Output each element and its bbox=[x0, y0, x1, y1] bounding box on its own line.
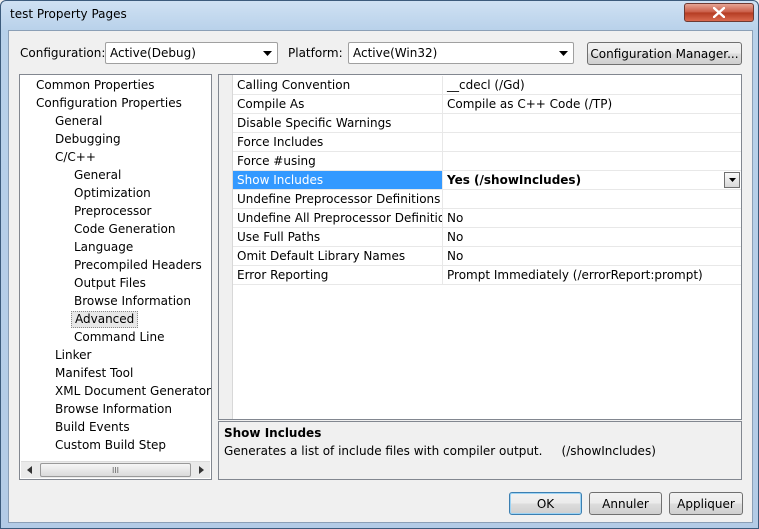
tree-item[interactable]: Optimization bbox=[71, 185, 154, 202]
tree-item[interactable]: Precompiled Headers bbox=[71, 257, 205, 274]
configuration-manager-button[interactable]: Configuration Manager... bbox=[587, 42, 742, 65]
property-row[interactable]: Force #using bbox=[233, 152, 741, 171]
property-value[interactable] bbox=[443, 152, 741, 170]
tree-item[interactable]: Custom Build Step bbox=[52, 437, 169, 454]
tree-item[interactable]: Configuration Properties bbox=[33, 95, 185, 112]
chevron-down-icon bbox=[259, 45, 275, 61]
property-row[interactable]: Use Full Paths No bbox=[233, 228, 741, 247]
property-name[interactable]: Undefine Preprocessor Definitions bbox=[233, 190, 443, 208]
property-row[interactable]: Show Includes Yes (/showIncludes) bbox=[233, 171, 741, 190]
platform-value: Active(Win32) bbox=[353, 46, 438, 60]
chevron-down-icon bbox=[555, 45, 571, 61]
scroll-left-icon[interactable] bbox=[21, 462, 38, 478]
horizontal-scrollbar[interactable]: III bbox=[21, 461, 210, 478]
close-icon bbox=[713, 7, 725, 18]
property-name[interactable]: Calling Convention bbox=[233, 76, 443, 94]
cancel-button[interactable]: Annuler bbox=[589, 492, 662, 515]
tree-item[interactable]: Linker bbox=[52, 347, 94, 364]
property-name[interactable]: Omit Default Library Names bbox=[233, 247, 443, 265]
configuration-select[interactable]: Active(Debug) bbox=[105, 42, 278, 64]
tree-item[interactable]: XML Document Generator bbox=[52, 383, 214, 400]
window-title: test Property Pages bbox=[10, 7, 127, 21]
property-row[interactable]: Force Includes bbox=[233, 133, 741, 152]
property-tree[interactable]: Common Properties Configuration Propertie… bbox=[19, 74, 212, 480]
chevron-down-icon[interactable] bbox=[724, 172, 740, 188]
tree-item[interactable]: General bbox=[52, 113, 105, 130]
tree-item[interactable]: Preprocessor bbox=[71, 203, 154, 220]
property-name[interactable]: Compile As bbox=[233, 95, 443, 113]
ok-button[interactable]: OK bbox=[509, 492, 582, 515]
property-value[interactable]: No bbox=[443, 247, 741, 265]
property-row[interactable]: Error Reporting Prompt Immediately (/erro… bbox=[233, 266, 741, 285]
tree-item[interactable]: Common Properties bbox=[33, 77, 158, 94]
tree-item[interactable]: Command Line bbox=[71, 329, 168, 346]
property-value[interactable] bbox=[443, 190, 741, 208]
dialog-client-area: Configuration: Active(Debug) Platform: A… bbox=[8, 30, 753, 523]
property-value[interactable]: Prompt Immediately (/errorReport:prompt) bbox=[443, 266, 741, 284]
tree-item[interactable]: Browse Information bbox=[71, 293, 194, 310]
property-value[interactable]: No bbox=[443, 228, 741, 246]
scrollbar-thumb[interactable]: III bbox=[40, 463, 191, 477]
property-name[interactable]: Disable Specific Warnings bbox=[233, 114, 443, 132]
property-value[interactable]: Compile as C++ Code (/TP) bbox=[443, 95, 741, 113]
tree-item[interactable]: Build Events bbox=[52, 419, 133, 436]
property-name[interactable]: Undefine All Preprocessor Definitions bbox=[233, 209, 443, 227]
tree-item[interactable]: Output Files bbox=[71, 275, 149, 292]
property-name[interactable]: Use Full Paths bbox=[233, 228, 443, 246]
grid-gutter bbox=[219, 75, 233, 419]
description-title: Show Includes bbox=[224, 426, 322, 440]
property-row[interactable]: Compile As Compile as C++ Code (/TP) bbox=[233, 95, 741, 114]
tree-item[interactable]: Advanced bbox=[71, 311, 139, 328]
tree-item[interactable]: General bbox=[71, 167, 124, 184]
property-row[interactable]: Disable Specific Warnings bbox=[233, 114, 741, 133]
property-name[interactable]: Error Reporting bbox=[233, 266, 443, 284]
scroll-right-icon[interactable] bbox=[193, 462, 210, 478]
property-grid: Calling Convention __cdecl (/Gd) Compile A… bbox=[218, 74, 742, 420]
property-row[interactable]: Undefine All Preprocessor Definitions No bbox=[233, 209, 741, 228]
property-value[interactable] bbox=[443, 133, 741, 151]
property-name[interactable]: Show Includes bbox=[233, 171, 443, 189]
property-name[interactable]: Force Includes bbox=[233, 133, 443, 151]
property-value[interactable]: No bbox=[443, 209, 741, 227]
tree-item[interactable]: Browse Information bbox=[52, 401, 175, 418]
description-panel: Show Includes Generates a list of includ… bbox=[218, 421, 742, 480]
property-value[interactable] bbox=[443, 114, 741, 132]
close-button[interactable] bbox=[684, 3, 754, 22]
description-text: Generates a list of include files with c… bbox=[224, 444, 656, 458]
dialog-window: test Property Pages Configuration: Activ… bbox=[0, 0, 759, 529]
scrollbar-grip: III bbox=[111, 465, 120, 475]
property-value[interactable]: __cdecl (/Gd) bbox=[443, 76, 741, 94]
property-value[interactable]: Yes (/showIncludes) bbox=[443, 171, 741, 189]
tree-item[interactable]: C/C++ bbox=[52, 149, 99, 166]
configuration-label: Configuration: bbox=[20, 46, 106, 60]
tree-item[interactable]: Manifest Tool bbox=[52, 365, 136, 382]
property-row[interactable]: Calling Convention __cdecl (/Gd) bbox=[233, 76, 741, 95]
tree-item[interactable]: Language bbox=[71, 239, 136, 256]
platform-label: Platform: bbox=[288, 46, 343, 60]
configuration-value: Active(Debug) bbox=[110, 46, 196, 60]
property-name[interactable]: Force #using bbox=[233, 152, 443, 170]
platform-select[interactable]: Active(Win32) bbox=[348, 42, 574, 64]
property-row[interactable]: Undefine Preprocessor Definitions bbox=[233, 190, 741, 209]
tree-item[interactable]: Debugging bbox=[52, 131, 124, 148]
tree-item[interactable]: Code Generation bbox=[71, 221, 178, 238]
apply-button[interactable]: Appliquer bbox=[669, 492, 743, 515]
property-row[interactable]: Omit Default Library Names No bbox=[233, 247, 741, 266]
